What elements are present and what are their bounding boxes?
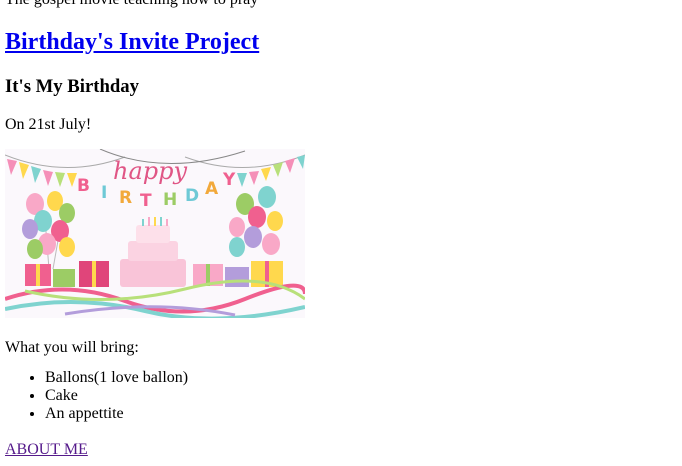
top-text: The gospel movie teaching how to pray <box>5 0 675 11</box>
project-title-link[interactable]: Birthday's Invite Project <box>5 29 259 55</box>
about-me-link[interactable]: ABOUT ME <box>5 441 88 458</box>
project-title: Birthday's Invite Project <box>5 22 675 62</box>
items-list: Ballons(1 love ballon) Cake An appettite <box>5 369 675 423</box>
banner-letter: R <box>119 188 132 208</box>
page-content: The gospel movie teaching how to pray Bi… <box>5 0 675 460</box>
about-paragraph: ABOUT ME <box>5 440 675 460</box>
banner-letter: H <box>163 190 177 210</box>
banner-letter: A <box>205 179 219 199</box>
list-item: An appettite <box>45 405 675 423</box>
banner-letter: B <box>77 176 90 196</box>
birthday-banner-image: happy B I R T H D A Y <box>5 149 305 318</box>
list-item: Ballons(1 love ballon) <box>45 369 675 387</box>
birthday-heading: It's My Birthday <box>5 76 139 97</box>
bring-label: What you will bring: <box>5 339 139 356</box>
list-item: Cake <box>45 387 675 405</box>
banner-happy-text: happy <box>113 157 187 185</box>
banner-letter: Y <box>222 170 236 190</box>
banner-letter: D <box>185 186 199 206</box>
date-line: On 21st July! <box>5 116 92 133</box>
banner-letter: T <box>140 191 152 211</box>
banner-letter: I <box>101 183 107 203</box>
